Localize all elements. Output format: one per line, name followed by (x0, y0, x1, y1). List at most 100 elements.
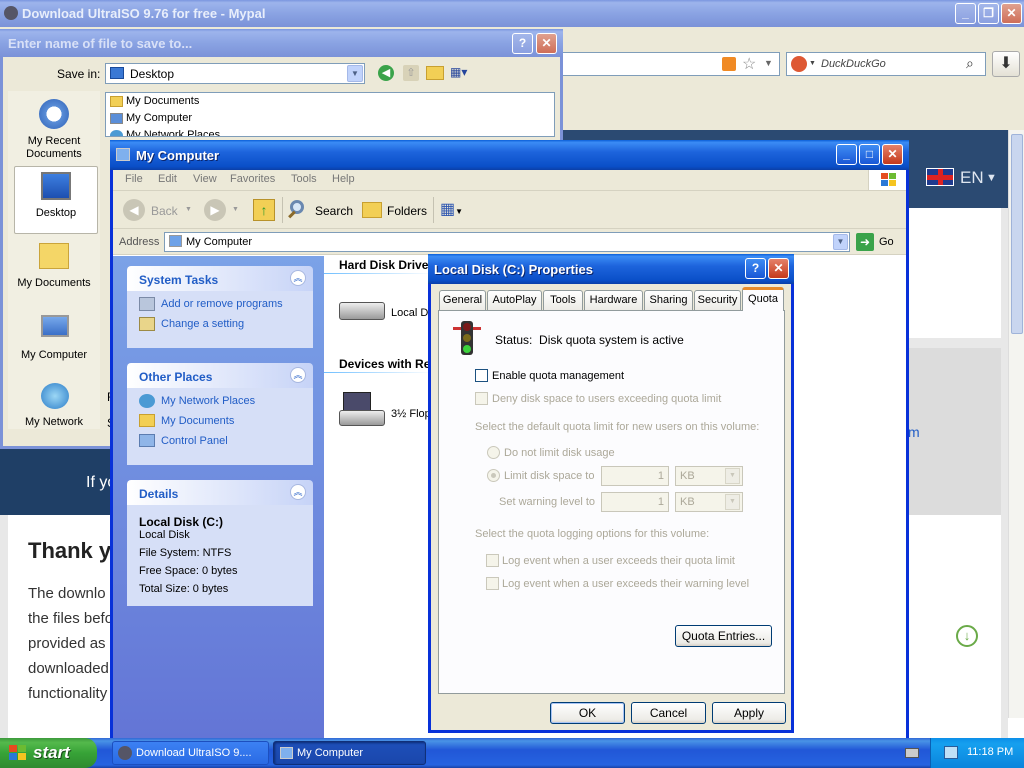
browser-close-button[interactable]: ✕ (1001, 3, 1022, 24)
back-button[interactable]: ◀ Back ▼ (123, 198, 203, 222)
enable-quota-checkbox[interactable] (475, 369, 488, 382)
search-engine-dropdown-icon[interactable]: ▼ (809, 60, 816, 67)
system-tasks-header[interactable]: System Tasks ︽ (127, 266, 313, 291)
explorer-close-button[interactable]: ✕ (882, 144, 903, 165)
bookmark-star-icon[interactable]: ☆ (742, 54, 756, 74)
cancel-button[interactable]: Cancel (631, 702, 706, 724)
network-tray-icon[interactable] (944, 746, 958, 759)
url-bar[interactable]: ☆ ▼ (560, 52, 780, 76)
explorer-minimize-button[interactable]: _ (836, 144, 857, 165)
search-button[interactable]: Search (288, 198, 353, 222)
control-panel-link[interactable]: Control Panel (161, 435, 228, 447)
tab-hardware[interactable]: Hardware (584, 290, 643, 310)
back-green-icon[interactable]: ◀ (378, 65, 394, 81)
tab-quota[interactable]: Quota (742, 287, 784, 311)
chevron-down-icon[interactable]: ▼ (725, 494, 740, 510)
floppy-item[interactable]: 3½ Flop (339, 390, 439, 436)
explorer-maximize-button[interactable]: □ (859, 144, 880, 165)
address-combobox[interactable]: My Computer ▼ (164, 232, 850, 252)
taskbar-button-browser[interactable]: Download UltraISO 9.... (112, 741, 269, 765)
save-dialog-help-button[interactable]: ? (512, 33, 533, 54)
menu-help[interactable]: Help (332, 173, 355, 185)
forward-dropdown-icon[interactable]: ▼ (232, 206, 239, 213)
place-desktop[interactable]: Desktop (14, 166, 98, 234)
view-menu-icon[interactable]: ▦▾ (450, 65, 474, 81)
taskbar-button-my-computer[interactable]: My Computer (273, 741, 426, 765)
warning-unit-select[interactable]: KB ▼ (675, 492, 743, 512)
properties-close-button[interactable]: ✕ (768, 258, 789, 279)
apply-button[interactable]: Apply (712, 702, 786, 724)
url-dropdown-icon[interactable]: ▼ (764, 58, 773, 68)
up-folder-green-icon[interactable]: ↑ (253, 199, 275, 221)
change-setting-link[interactable]: Change a setting (161, 318, 244, 330)
menu-favorites[interactable]: Favorites (230, 173, 275, 185)
add-remove-programs-link[interactable]: Add or remove programs (161, 298, 283, 310)
details-header[interactable]: Details ︽ (127, 480, 313, 505)
other-places-header[interactable]: Other Places ︽ (127, 363, 313, 388)
save-in-combobox[interactable]: Desktop ▼ (105, 63, 365, 84)
file-list[interactable]: My Documents My Computer My Network Plac… (105, 92, 555, 137)
browser-restore-button[interactable]: ❐ (978, 3, 999, 24)
download-circle-icon[interactable]: ↓ (956, 625, 978, 647)
tab-autoplay[interactable]: AutoPlay (487, 290, 542, 310)
page-scrollbar[interactable] (1008, 130, 1024, 718)
scrollbar-thumb[interactable] (1011, 134, 1023, 334)
chevron-down-icon[interactable]: ▼ (347, 65, 363, 82)
uk-flag-icon[interactable] (926, 168, 954, 186)
place-my-documents[interactable]: My Documents (8, 237, 100, 303)
place-my-computer[interactable]: My Computer (8, 309, 100, 375)
language-dropdown-icon[interactable]: ▼ (986, 172, 997, 184)
language-label[interactable]: EN (960, 168, 984, 188)
warning-value-field[interactable]: 1 (601, 492, 669, 512)
menu-tools[interactable]: Tools (291, 173, 317, 185)
menu-view[interactable]: View (193, 173, 217, 185)
log-quota-limit-checkbox[interactable] (486, 554, 499, 567)
menu-file[interactable]: File (125, 173, 143, 185)
chevron-down-icon[interactable]: ▼ (725, 468, 740, 484)
tab-tools[interactable]: Tools (543, 290, 583, 310)
search-box[interactable]: ▼ DuckDuckGo ⌕ (786, 52, 986, 76)
collapse-chevron-icon[interactable]: ︽ (290, 367, 306, 383)
place-recent[interactable]: My Recent Documents (8, 95, 100, 161)
collapse-chevron-icon[interactable]: ︽ (290, 484, 306, 500)
limit-value-field[interactable]: 1 (601, 466, 669, 486)
download-button[interactable]: ⬇ (992, 51, 1020, 77)
page-link-fragment[interactable]: m (908, 424, 920, 440)
tab-general[interactable]: General (439, 290, 486, 310)
my-documents-link[interactable]: My Documents (161, 415, 234, 427)
save-dialog-titlebar[interactable]: Enter name of file to save to... ? ✕ (0, 29, 563, 57)
deny-space-checkbox[interactable] (475, 392, 488, 405)
collapse-chevron-icon[interactable]: ︽ (290, 270, 306, 286)
search-magnifier-icon[interactable]: ⌕ (966, 55, 974, 72)
views-icon[interactable]: ▦▼ (440, 199, 474, 221)
quota-entries-button[interactable]: Quota Entries... (675, 625, 772, 647)
limit-unit-select[interactable]: KB ▼ (675, 466, 743, 486)
folders-button[interactable]: Folders (360, 198, 430, 222)
tab-sharing[interactable]: Sharing (644, 290, 693, 310)
forward-button[interactable]: ▶ ▼ (204, 198, 244, 222)
local-disk-item[interactable]: Local Di (339, 294, 439, 334)
rss-icon[interactable] (722, 57, 736, 71)
my-network-places-link[interactable]: My Network Places (161, 395, 255, 407)
new-folder-icon[interactable] (426, 66, 444, 80)
tab-security[interactable]: Security (694, 290, 741, 310)
browser-titlebar[interactable]: Download UltraISO 9.76 for free - Mypal … (0, 0, 1024, 27)
duckduckgo-icon[interactable] (791, 56, 807, 72)
chevron-down-icon[interactable]: ▼ (833, 234, 848, 250)
back-dropdown-icon[interactable]: ▼ (185, 206, 192, 213)
go-button[interactable]: ➜ Go (854, 232, 902, 252)
place-my-network[interactable]: My Network (8, 379, 100, 429)
browser-minimize-button[interactable]: _ (955, 3, 976, 24)
menu-edit[interactable]: Edit (158, 173, 177, 185)
start-button[interactable]: start (0, 738, 97, 768)
save-dialog-close-button[interactable]: ✕ (536, 33, 557, 54)
do-not-limit-radio[interactable] (487, 446, 500, 459)
keyboard-tray-icon[interactable] (905, 748, 919, 758)
properties-help-button[interactable]: ? (745, 258, 766, 279)
ok-button[interactable]: OK (550, 702, 625, 724)
properties-titlebar[interactable]: Local Disk (C:) Properties ? ✕ (428, 254, 794, 284)
limit-disk-radio[interactable] (487, 469, 500, 482)
explorer-titlebar[interactable]: My Computer _ □ ✕ (110, 140, 909, 170)
up-folder-icon[interactable]: ⇧ (403, 65, 419, 81)
log-warning-level-checkbox[interactable] (486, 577, 499, 590)
